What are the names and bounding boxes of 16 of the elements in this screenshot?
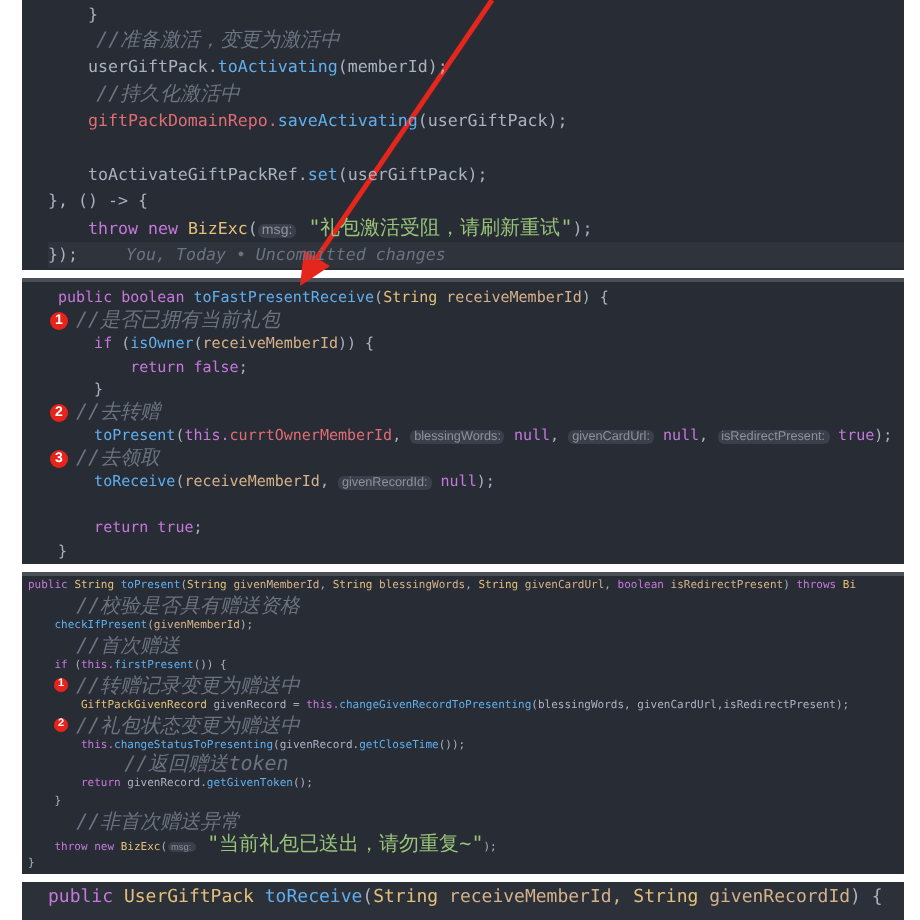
- code-line: userGiftPack.toActivating(memberId);: [85, 56, 448, 77]
- code-line: //是否已拥有当前礼包: [76, 307, 281, 335]
- code-line: public UserGiftPack toReceive(String receiveMemberId, String givenRecordId) {: [48, 888, 883, 908]
- code-line: //非首次赠送异常: [74, 809, 241, 835]
- code-line: });: [48, 244, 78, 265]
- code-line: //校验是否具有赠送资格: [74, 593, 301, 619]
- code-line: //去领取: [76, 445, 161, 473]
- code-line: //返回赠送token: [122, 751, 289, 777]
- code-line: }: [85, 3, 98, 24]
- code-line: //转赠记录变更为赠送中: [76, 673, 301, 699]
- code-line: }, () -> {: [48, 190, 148, 211]
- code-line: //礼包状态变更为赠送中: [76, 713, 301, 739]
- code-line: //去转赠: [76, 399, 161, 427]
- code-line: //持久化激活中: [94, 81, 241, 108]
- code-line: //首次赠送: [74, 633, 181, 659]
- code-line: //准备激活，变更为激活中: [94, 27, 341, 55]
